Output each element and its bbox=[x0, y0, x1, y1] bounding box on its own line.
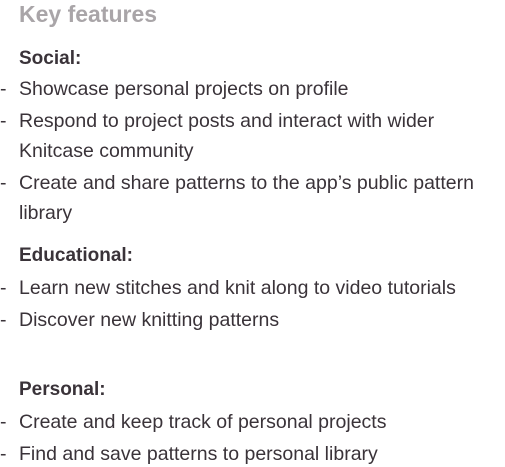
personal-feature-list: - Create and keep track of personal proj… bbox=[0, 407, 505, 467]
section-title-social: Social: bbox=[19, 48, 82, 69]
section-personal: Personal: - Create and keep track of per… bbox=[0, 377, 505, 467]
list-item-text: Respond to project posts and interact wi… bbox=[19, 110, 435, 162]
section-social: Social: - Showcase personal projects on … bbox=[0, 46, 505, 228]
list-item: - Discover new knitting patterns bbox=[0, 305, 489, 335]
list-item: - Learn new stitches and knit along to v… bbox=[0, 273, 489, 303]
key-features-heading: Key features bbox=[19, 1, 158, 27]
list-item-text: Discover new knitting patterns bbox=[19, 309, 280, 331]
list-item-text: Create and keep track of personal projec… bbox=[19, 411, 387, 433]
list-item-text: Find and save patterns to personal libra… bbox=[19, 443, 378, 465]
educational-feature-list: - Learn new stitches and knit along to v… bbox=[0, 273, 505, 335]
list-item-text: Showcase personal projects on profile bbox=[19, 78, 349, 100]
bullet-dash: - bbox=[0, 411, 7, 433]
section-title-personal: Personal: bbox=[19, 379, 106, 400]
social-feature-list: - Showcase personal projects on profile … bbox=[0, 74, 505, 228]
bullet-dash: - bbox=[0, 78, 7, 100]
list-item: - Create and share patterns to the app’s… bbox=[0, 168, 489, 228]
bullet-dash: - bbox=[0, 443, 7, 465]
section-educational: Educational: - Learn new stitches and kn… bbox=[0, 243, 505, 335]
list-item: - Create and keep track of personal proj… bbox=[0, 407, 489, 437]
bullet-dash: - bbox=[0, 110, 7, 132]
list-item: - Showcase personal projects on profile bbox=[0, 74, 489, 104]
bullet-dash: - bbox=[0, 309, 7, 331]
list-item-text: Learn new stitches and knit along to vid… bbox=[19, 277, 456, 299]
list-item: - Respond to project posts and interact … bbox=[0, 106, 489, 166]
section-title-educational: Educational: bbox=[19, 245, 134, 266]
list-item-text: Create and share patterns to the app’s p… bbox=[19, 172, 474, 224]
bullet-dash: - bbox=[0, 172, 7, 194]
bullet-dash: - bbox=[0, 277, 7, 299]
list-item: - Find and save patterns to personal lib… bbox=[0, 439, 489, 467]
